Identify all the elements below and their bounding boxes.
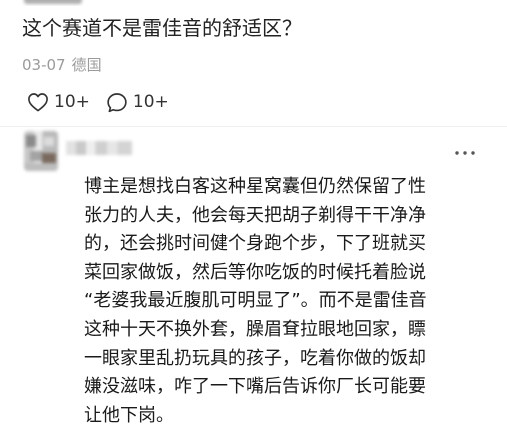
post-meta: 03-07 德国: [22, 55, 102, 75]
comment-line: 一眼家里乱扔玩具的孩子，吃着你做的饭却: [84, 347, 426, 369]
comment-line: 张力的人夫，他会每天把胡子剃得干干净净: [84, 204, 426, 226]
more-options-button[interactable]: [453, 147, 477, 159]
commenter-username-blurred[interactable]: [66, 141, 132, 155]
top-cropped-username: [0, 0, 507, 6]
post-question: 这个赛道不是雷佳音的舒适区？: [22, 16, 302, 40]
post-date: 03-07: [22, 56, 66, 74]
comment-body: 博主是想找白客这种星窝囊但仍然保留了性 张力的人夫，他会每天把胡子剃得干干净净 …: [84, 173, 496, 430]
comment-line: 这种十天不换外套，臊眉耷拉眼地回家，瞟: [84, 318, 426, 340]
action-bar: 10+ 10+: [27, 90, 185, 114]
comment-bubble-icon: [106, 92, 128, 113]
more-icon: [453, 147, 477, 159]
like-button[interactable]: 10+: [27, 90, 90, 114]
commenter-avatar[interactable]: [24, 131, 58, 171]
comment-line: 博主是想找白客这种星窝囊但仍然保留了性: [84, 176, 426, 197]
comment-line: 嫌没滋味，咋了一下嘴后告诉你厂长可能要: [84, 376, 426, 398]
comment-line: “老婆我最近腹肌可明显了”。而不是雷佳音: [84, 290, 427, 312]
divider: [0, 126, 507, 127]
heart-icon: [27, 92, 49, 112]
comment-line: 的，还会挑时间健个身跑个步，下了班就买: [84, 233, 426, 255]
comment-line: 让他下岗。: [84, 404, 174, 426]
like-count: 10+: [54, 92, 90, 112]
post-location: 德国: [71, 56, 102, 74]
comment-button[interactable]: 10+: [106, 90, 169, 114]
comment-count: 10+: [132, 92, 169, 112]
comment-line: 菜回家做饭，然后等你吃饭的时候托着脸说: [84, 261, 426, 283]
